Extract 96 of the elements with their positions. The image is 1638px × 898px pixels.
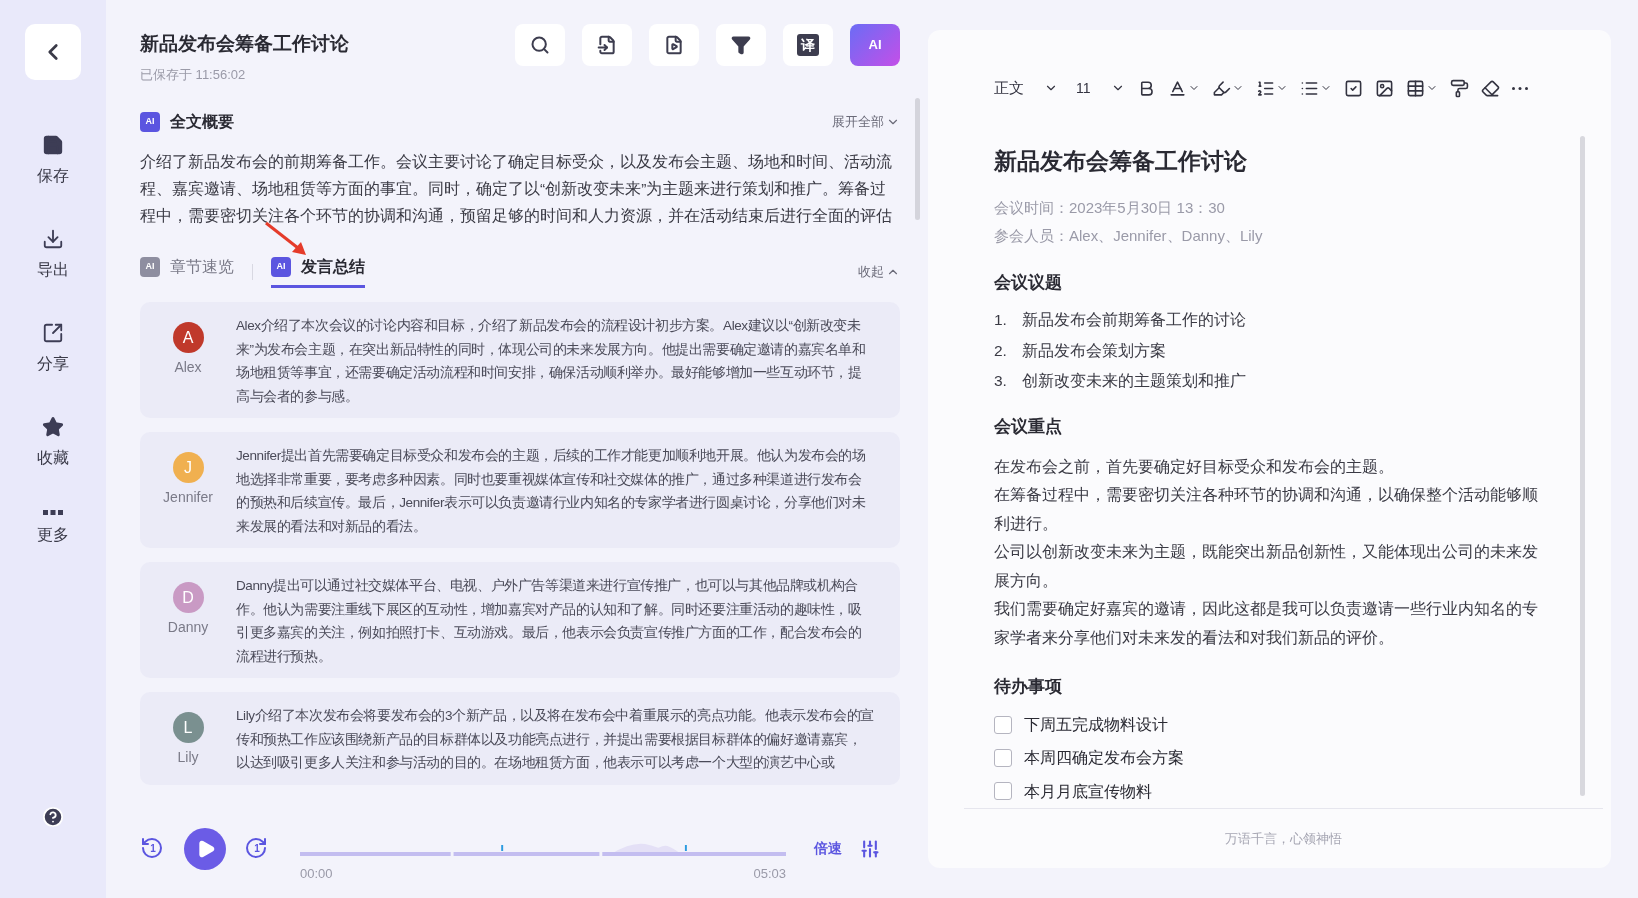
sidebar-item[interactable]: 收藏 bbox=[37, 416, 69, 470]
avatar: D bbox=[172, 582, 204, 613]
speaker-name: Alex bbox=[174, 358, 202, 377]
more-tool[interactable] bbox=[1511, 86, 1528, 90]
section-heading: 会议重点 bbox=[994, 416, 1063, 437]
speaker-summary: Danny提出可以通过社交媒体平台、电视、户外广告等渠道来进行宣传推广，也可以与其他品牌或机构合作。他认为需要注重线下展区的互动性，增加嘉宾对产品的认知和了解。同时还要注重活动的趣味性，吸引更多嘉宾的关注，例如拍照打卡、互动游戏。最后，他表示会负责宣传推广方面的工作，配合发布会的流程进行预热。 bbox=[236, 577, 863, 666]
sidebar-item[interactable]: 导出 bbox=[37, 228, 69, 282]
sidebar-item[interactable]: 分享 bbox=[37, 322, 69, 376]
speed-button[interactable]: 倍速 bbox=[814, 838, 842, 860]
image-icon bbox=[1374, 78, 1394, 98]
checkbox[interactable] bbox=[994, 782, 1012, 801]
more-icon bbox=[43, 510, 63, 515]
forward-button[interactable]: 1 bbox=[244, 835, 270, 862]
search-icon bbox=[530, 35, 550, 55]
speaker-summary: Jennifer提出首先需要确定目标受众和发布会的主题，后续的工作才能更加顺利地开展。他认为发布会的场地选择非常重要，要考虑多种因素。同时也要重视媒体宣传和社交媒体的推广，通过多种渠道进行发布会的预热和后续宣传。最后，Jennifer表示可以负责邀请行业内知名的专家学者进行圆桌讨论，分享他们对未来发展的看法和对新品的看法。 bbox=[236, 447, 867, 536]
download-icon bbox=[42, 228, 64, 250]
file-icon bbox=[664, 35, 684, 55]
expand-all-link[interactable]: 展开全部 bbox=[832, 112, 900, 132]
ai-icon: AI bbox=[271, 257, 291, 277]
document-title: 新品发布会筹备工作讨论 bbox=[140, 32, 350, 56]
checkbox[interactable] bbox=[994, 715, 1012, 734]
avatar: A bbox=[172, 322, 204, 353]
translate-button[interactable]: 译 bbox=[783, 24, 833, 66]
list-item: 新品发布会策划方案 bbox=[1022, 340, 1166, 361]
text-color-icon bbox=[1167, 78, 1187, 98]
equalizer-icon[interactable] bbox=[860, 838, 880, 859]
list-number: 3. bbox=[994, 370, 1008, 391]
eraser-tool[interactable] bbox=[1480, 78, 1500, 98]
speaker-name: Danny bbox=[167, 618, 209, 637]
list-item: 新品发布会前期筹备工作的讨论 bbox=[1022, 310, 1246, 331]
doc-title: 新品发布会筹备工作讨论 bbox=[994, 147, 1248, 176]
ai-button[interactable]: AI bbox=[850, 24, 900, 66]
checkbox-icon bbox=[1343, 78, 1363, 98]
list-number: 1. bbox=[994, 310, 1008, 331]
end-time: 05:03 bbox=[753, 865, 786, 883]
font-size-dropdown[interactable]: 11 bbox=[1076, 77, 1125, 99]
export-button[interactable] bbox=[649, 24, 699, 66]
save-icon bbox=[42, 134, 64, 156]
ai-icon: AI bbox=[140, 257, 160, 277]
filter-icon bbox=[731, 35, 751, 55]
ordered-list-icon bbox=[1255, 78, 1275, 98]
image-tool[interactable] bbox=[1374, 78, 1394, 98]
document-icon bbox=[597, 35, 617, 55]
filter-button[interactable] bbox=[716, 24, 766, 66]
todo-text: 下周五完成物料设计 bbox=[1024, 715, 1168, 735]
share-icon bbox=[42, 322, 64, 344]
footer-text: 万语千言，心领神悟 bbox=[1225, 829, 1342, 848]
painter-tool[interactable] bbox=[1449, 78, 1469, 98]
section-heading: 待办事项 bbox=[994, 676, 1063, 698]
task-tool[interactable] bbox=[1343, 78, 1363, 98]
sidebar-item[interactable]: 保存 bbox=[37, 134, 69, 188]
rewind-button[interactable]: 1 bbox=[140, 835, 166, 862]
todo-text: 本月月底宣传物料 bbox=[1024, 781, 1152, 802]
help-icon[interactable] bbox=[42, 806, 64, 828]
checkbox[interactable] bbox=[994, 748, 1012, 767]
highlighter-icon bbox=[1211, 78, 1231, 98]
start-time: 00:00 bbox=[300, 865, 333, 883]
paragraph: 在筹备过程中，需要密切关注各种环节的协调和沟通，以确保整个活动能够顺利进行。 bbox=[994, 485, 1539, 534]
collapse-link[interactable]: 收起 bbox=[858, 261, 900, 282]
avatar: J bbox=[172, 452, 204, 483]
speaker-name: Lily bbox=[177, 748, 199, 767]
ordered-tool[interactable] bbox=[1255, 78, 1288, 98]
search-button[interactable] bbox=[515, 24, 565, 66]
ai-icon: AI bbox=[140, 112, 160, 132]
saved-time: 已保存于 11:56:02 bbox=[140, 65, 247, 84]
play-button[interactable] bbox=[184, 827, 226, 870]
speaker-summary: Alex介绍了本次会议的讨论内容和目标，介绍了新品发布会的流程设计初步方案。Alex建议以“创新改变未来”为发布会主题，在突出新品特性的同时，体现公司的未来发展方向。他提出需要确定邀请的嘉宾名单和场地租赁等事宜，还需要确定活动流程和时间安排，确保活动顺利举办。最好能够增加一些互动环节，提高与会者的参与感。 bbox=[236, 317, 867, 406]
list-item: 创新改变未来的主题策划和推广 bbox=[1022, 370, 1246, 391]
arrow-annotation bbox=[264, 221, 308, 257]
style-dropdown[interactable]: 正文 bbox=[994, 76, 1058, 100]
table-icon bbox=[1405, 78, 1425, 98]
meta-line: 参会人员：Alex、Jennifer、Danny、Lily bbox=[994, 226, 1264, 246]
paragraph: 公司以创新改变未来为主题，既能突出新品创新性，又能体现出公司的未来发展方向。 bbox=[994, 542, 1539, 591]
paragraph: 在发布会之前，首先要确定好目标受众和发布会的主题。 bbox=[994, 456, 1395, 477]
speaker-name: Jennifer bbox=[163, 488, 213, 507]
table-tool[interactable] bbox=[1405, 78, 1438, 98]
tab[interactable]: AI 发言总结 bbox=[271, 255, 365, 288]
color-tool[interactable] bbox=[1167, 78, 1200, 98]
meta-line: 会议时间：2023年5月30日 13：30 bbox=[994, 197, 1226, 218]
eraser-icon bbox=[1480, 78, 1500, 98]
highlight-tool[interactable] bbox=[1211, 78, 1244, 98]
more-icon bbox=[1511, 86, 1528, 90]
paint-roller-icon bbox=[1449, 78, 1469, 98]
speaker-summary: Lily介绍了本次发布会将要发布会的3个新产品，以及将在发布会中着重展示的亮点功能。他表示发布会的宣传和预热工作应该围绕新产品的目标群体以及功能亮点进行，并提出需要根据目标群体的偏好邀请嘉宾，以达到吸引更多人关注和参与活动的目的。在场地租赁方面，他表示可以考虑一个大型的演艺中心或 bbox=[236, 707, 874, 772]
star-icon bbox=[42, 416, 64, 438]
list-number: 2. bbox=[994, 340, 1008, 361]
section-heading: 会议议题 bbox=[994, 271, 1063, 293]
todo-text: 本周四确定发布会方案 bbox=[1024, 748, 1184, 769]
doc-button[interactable] bbox=[582, 24, 632, 66]
avatar: L bbox=[172, 712, 204, 743]
tab[interactable]: AI 章节速览 bbox=[140, 255, 234, 288]
section-title: 全文概要 bbox=[170, 112, 234, 132]
paragraph: 我们需要确定好嘉宾的邀请，因此这都是我可以负责邀请一些行业内知名的专家学者来分享他们对未来发的看法和对我们新品的评价。 bbox=[994, 599, 1539, 648]
sidebar-item[interactable]: 更多 bbox=[37, 510, 69, 547]
play-icon bbox=[196, 838, 216, 859]
summary-text: 介绍了新品发布会的前期筹备工作。会议主要讨论了确定目标受众，以及发布会主题、场地和时间、活动流程、嘉宾邀请、场地租赁等方面的事宜。同时，确定了以“创新改变未来”为主题来进行策划和推广。筹备过程中，需要密切关注各个环节的协调和沟通，预留足够的时间和人力资源，并在活动结束后进行全面的评估 bbox=[140, 152, 893, 226]
